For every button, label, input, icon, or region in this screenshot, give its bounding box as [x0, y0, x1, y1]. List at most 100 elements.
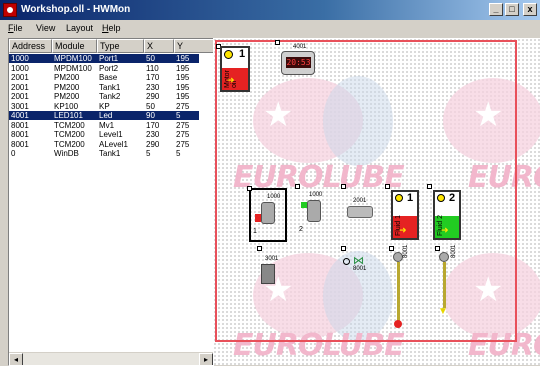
cell-module: KP100: [54, 101, 79, 111]
cell-module: WinDB: [54, 149, 79, 158]
cell-module: LED101: [54, 111, 83, 120]
maximize-button[interactable]: □: [505, 3, 519, 16]
triangle-icon: ▼: [438, 306, 448, 317]
port2-device[interactable]: 1000 2: [295, 184, 331, 242]
handle-icon[interactable]: [385, 184, 390, 189]
list-header: Address Module Type X Y: [9, 39, 213, 53]
status-lamp-icon: [437, 194, 445, 202]
kp100-keypad[interactable]: 3001: [257, 246, 283, 288]
handle-icon[interactable]: [341, 246, 346, 251]
sensor-icon: [393, 252, 403, 262]
table-row[interactable]: 4001 LED101 Led 90 5: [9, 111, 199, 120]
table-row[interactable]: 1000 MPDM100 Port2 110 195: [9, 64, 199, 73]
cell-y: 5: [176, 149, 181, 158]
cell-module: PM200: [54, 73, 80, 82]
led-housing: 20:53: [281, 51, 315, 75]
status-lamp-icon: [224, 50, 233, 59]
port-number: 2: [299, 226, 303, 233]
cell-x: 170: [146, 73, 160, 82]
table-row[interactable]: 0 WinDB Tank1 5 5: [9, 149, 199, 158]
cell-address: 8001: [11, 139, 29, 149]
scroll-right-button[interactable]: ▸: [199, 353, 213, 365]
tank-fluid-2[interactable]: 2 Fluid 2 ➜: [427, 184, 463, 244]
horizontal-scrollbar[interactable]: ◂ ▸: [9, 352, 213, 365]
tank-motor-oil[interactable]: 1 Motor oil ➜: [216, 44, 250, 94]
table-row[interactable]: 1000 MPDM100 Port1 50 195: [9, 54, 199, 63]
handle-icon[interactable]: [257, 246, 262, 251]
handle-icon[interactable]: [427, 184, 432, 189]
pump-icon: [261, 202, 275, 224]
handle-icon[interactable]: [435, 246, 440, 251]
col-module[interactable]: Module: [52, 39, 97, 53]
table-row[interactable]: 2001 PM200 Tank1 230 195: [9, 83, 199, 92]
cell-address: 0: [11, 149, 16, 158]
arrow-icon: ➜: [227, 75, 235, 85]
cell-x: 5: [146, 149, 151, 158]
table-row[interactable]: 8001 TCM200 ALevel1 290 275: [9, 140, 199, 149]
col-type[interactable]: Type: [97, 39, 144, 53]
pm200-base[interactable]: 2001: [341, 184, 377, 228]
cell-x: 290: [146, 139, 160, 149]
cell-type: Mv1: [99, 120, 115, 130]
tank-body: 1 Motor oil ➜: [220, 46, 250, 92]
cell-y: 195: [176, 82, 190, 92]
cell-address: 8001: [11, 120, 29, 130]
table-row[interactable]: 2001 PM200 Base 170 195: [9, 73, 199, 82]
tank-fluid-1[interactable]: 1 Fluid 1 ➜: [385, 184, 421, 244]
arrow-icon: ➜: [441, 225, 449, 235]
handle-icon[interactable]: [247, 186, 252, 191]
led-display[interactable]: 4001 20:53: [275, 40, 317, 84]
level-rod: [397, 262, 400, 322]
cell-module: TCM200: [54, 120, 85, 130]
float-icon: [394, 320, 402, 328]
led-address-label: 4001: [293, 44, 307, 50]
tcm-mv1[interactable]: ⋈ 8001: [341, 246, 375, 278]
tcm-level1[interactable]: 8001: [389, 245, 413, 334]
cell-x: 290: [146, 92, 160, 101]
table-row[interactable]: 3001 KP100 KP 50 275: [9, 102, 199, 111]
cell-y: 5: [176, 111, 181, 120]
circle-icon: [343, 258, 350, 265]
menu-help[interactable]: Help: [102, 23, 121, 33]
scroll-left-button[interactable]: ◂: [9, 353, 23, 365]
handle-icon[interactable]: [295, 184, 300, 189]
cell-module: PM200: [54, 92, 80, 101]
table-row[interactable]: 2001 PM200 Tank2 290 195: [9, 92, 199, 101]
handle-icon[interactable]: [275, 40, 280, 45]
valve-green-icon: [301, 202, 307, 208]
cell-module: MPDM100: [54, 63, 92, 73]
module-list[interactable]: Address Module Type X Y 1000 MPDM100 Port1…: [8, 38, 214, 366]
cell-y: 275: [176, 120, 190, 130]
menu-file[interactable]: File: [8, 23, 23, 33]
menu-bar: File View Layout Help: [0, 20, 540, 36]
close-button[interactable]: x: [523, 3, 537, 16]
tank-number: 2: [449, 192, 456, 204]
cell-type: Level1: [99, 130, 123, 139]
handle-icon[interactable]: [389, 246, 394, 251]
tank-body: 1 Fluid 1 ➜: [391, 190, 419, 240]
menu-layout[interactable]: Layout: [66, 23, 93, 33]
cell-type: Tank1: [99, 149, 121, 158]
col-x[interactable]: X: [144, 39, 174, 53]
handle-icon[interactable]: [341, 184, 346, 189]
col-address[interactable]: Address: [9, 39, 52, 53]
cell-y: 275: [176, 139, 190, 149]
table-row[interactable]: 8001 TCM200 Level1 230 275: [9, 130, 199, 139]
cell-y: 195: [176, 73, 190, 82]
cell-module: TCM200: [54, 130, 85, 139]
table-row[interactable]: 8001 TCM200 Mv1 170 275: [9, 121, 199, 130]
cell-module: PM200: [54, 82, 80, 92]
cell-x: 230: [146, 130, 160, 139]
tank-body: 2 Fluid 2 ➜: [433, 190, 461, 240]
layout-canvas[interactable]: ★ ★ ★ ★ EUROLUBE EURO EUROLUBE EURO 1 Mo…: [213, 38, 540, 365]
col-y[interactable]: Y: [174, 39, 213, 53]
cell-type: Led: [99, 111, 113, 120]
port1-device[interactable]: 1000 1: [247, 186, 287, 242]
cell-x: 170: [146, 120, 160, 130]
cell-y: 195: [176, 92, 190, 101]
minimize-button[interactable]: _: [489, 3, 503, 16]
cell-type: Tank1: [99, 82, 121, 92]
tcm-alevel1[interactable]: ▼ 8001: [435, 245, 463, 328]
menu-view[interactable]: View: [36, 23, 55, 33]
cell-x: 50: [146, 54, 155, 63]
